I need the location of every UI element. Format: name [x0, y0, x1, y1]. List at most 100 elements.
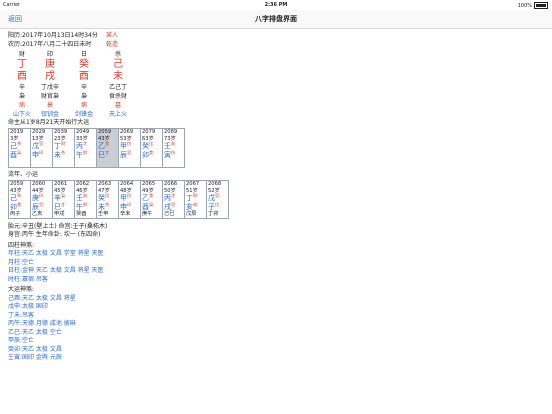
dayun-year: 2019	[10, 129, 24, 135]
dayun-cell[interactable]: 2019 3岁 己杀 酉枭	[8, 128, 31, 168]
pillar-shensha: 四柱神煞: 年柱:天乙 太极 文昌 学堂 将星 天医 月柱:空亡 日柱:金神 天…	[8, 242, 548, 285]
dayun-branch: 巳	[98, 150, 105, 159]
dayun-year: 2069	[120, 129, 134, 135]
pillar-god: 财	[18, 51, 25, 58]
battery-percent: 100%	[517, 3, 532, 9]
liunian-branch: 巳	[54, 202, 61, 211]
liunian-year: 2065	[142, 181, 156, 187]
liunian-branch: 亥	[186, 202, 193, 211]
dayun-cell[interactable]: 2029 13岁 戊官 申印	[30, 128, 53, 168]
dayun-branch: 寅	[164, 150, 171, 159]
liunian-branch: 戌	[164, 202, 171, 211]
dayun-branch: 未	[54, 150, 61, 159]
liunian-branch-god: 才	[61, 201, 66, 207]
liunian-cell[interactable]: 2063 47岁 癸比 未杀 壬申	[96, 180, 119, 219]
battery-icon	[534, 2, 548, 9]
pillar-god: 印	[46, 51, 53, 58]
four-pillars: 财丁酉辛枭病山下火印庚戌丁戊辛 财官枭衰钗钏金日癸酉辛枭病剑锋金杀己未乙己丁 食杀财…	[8, 50, 548, 118]
battery-indicator: 100%	[518, 2, 548, 9]
pillar-state: 病	[18, 102, 25, 109]
dayun-table: 2019 3岁 己杀 酉枭 2029 13岁 戊官 申印 2039 23岁 丁财 未杀 2049 33岁丙…	[8, 128, 185, 168]
pillar-hidden-gods: 财官枭	[40, 93, 59, 100]
dayun-cell[interactable]: 2089 73岁 壬劫 寅伤	[162, 128, 185, 168]
liunian-stem-god: 财	[193, 193, 198, 199]
liunian-cell[interactable]: 2066 50岁 丙才 戌官 己巳	[162, 180, 185, 219]
liunian-branch-god: 官	[171, 201, 176, 207]
dayun-branch-god: 印	[39, 149, 44, 155]
pillar-state: 墓	[114, 102, 121, 109]
liunian-cell[interactable]: 2059 43岁 己杀 卯食 丙子	[8, 180, 31, 219]
liunian-stem-god: 劫	[83, 193, 88, 199]
liunian-cell[interactable]: 2067 51岁 丁财 亥劫 戊辰	[184, 180, 207, 219]
liunian-stem-god: 官	[215, 193, 220, 199]
dayun-stem-god: 食	[105, 141, 110, 147]
liunian-stem: 庚	[32, 194, 39, 203]
shengong-line: 身宫:丙午 生年命卦: 坎一 (东四命)	[8, 231, 101, 239]
liunian-xiaoyun: 庚午	[142, 211, 153, 218]
liunian-branch-god: 财	[83, 201, 88, 207]
dayun-cell[interactable]: 2069 53岁 甲伤 辰官	[118, 128, 141, 168]
shensha-line: 时柱:寡宿 吊客	[8, 275, 48, 283]
dayun-branch-god: 财	[83, 149, 88, 155]
dayun-shensha-line: 乙巳:天乙 太极 空亡	[8, 328, 62, 336]
dayun-cell[interactable]: 2079 63岁 癸比 卯食	[140, 128, 163, 168]
dayun-year: 2029	[32, 129, 46, 135]
dayun-shensha-line: 丙午:天德 月德 咸池 披麻	[8, 320, 76, 328]
dayun-cell[interactable]: 2059 43岁 乙食 巳才	[96, 128, 119, 168]
pillar-hidden-gods: 枭	[80, 93, 87, 100]
pillar-nayin: 天上火	[108, 111, 127, 118]
liunian-year: 2066	[164, 181, 178, 187]
liunian-stem: 壬	[76, 194, 83, 203]
pillar-stem: 己	[113, 59, 123, 70]
liunian-cell[interactable]: 2065 49岁 乙食 酉枭 庚午	[140, 180, 163, 219]
liunian-cell[interactable]: 2060 44岁 庚印 辰官 乙亥	[30, 180, 53, 219]
pillar-god: 杀	[114, 51, 121, 58]
dayun-stem-god: 伤	[127, 141, 132, 147]
dayun-stem-god: 杀	[17, 141, 22, 147]
dayun-shensha-line: 丁未:吊客	[8, 311, 35, 319]
dayun-shensha-line: 己酉:天乙 太极 文昌 将星	[8, 294, 76, 302]
person-name: 某人	[106, 32, 119, 39]
dayun-year: 2079	[142, 129, 156, 135]
pillar-column: 财丁酉辛枭病山下火	[8, 50, 36, 119]
pillar-branch: 未	[113, 71, 123, 82]
dayun-stem-god: 财	[61, 141, 66, 147]
liunian-branch: 午	[76, 202, 83, 211]
dayun-branch: 申	[32, 150, 39, 159]
clock: 2:36 PM	[264, 2, 288, 8]
status-bar: Carrier 2:36 PM 100%	[0, 0, 552, 10]
liunian-cell[interactable]: 2068 52岁 戊官 子比 丁卯	[206, 180, 229, 219]
dayun-branch: 午	[76, 150, 83, 159]
dayun-year: 2059	[98, 129, 112, 135]
dayun-year: 2049	[76, 129, 90, 135]
liunian-branch-god: 劫	[193, 201, 198, 207]
liunian-cell[interactable]: 2062 46岁 壬劫 午财 癸酉	[74, 180, 97, 219]
dayun-title: 命主从1岁8月21天开始行大运	[8, 119, 548, 128]
dayun-cell[interactable]: 2039 23岁 丁财 未杀	[52, 128, 75, 168]
pillar-god: 日	[80, 51, 87, 58]
dayun-cell[interactable]: 2049 33岁 丙才 午财	[74, 128, 97, 168]
lunar-row: 农历:2017年八月二十四日未时 乾造	[8, 41, 548, 50]
dayun-shensha-line: 甲辰:空亡	[8, 337, 35, 345]
liunian-stem: 癸	[98, 194, 105, 203]
pillar-hidden-stems: 辛	[80, 84, 87, 91]
liunian-title: 流年、小运	[8, 171, 548, 180]
liunian-stem-god: 伤	[127, 193, 132, 199]
pillar-column: 印庚戌丁戊辛 财官枭衰钗钏金	[36, 50, 64, 119]
liunian-year: 2067	[186, 181, 200, 187]
dayun-stem: 甲	[120, 142, 127, 151]
dayun-shensha-line: 癸卯:天乙 太极 文昌	[8, 345, 62, 353]
page-title: 八字排盘界面	[255, 15, 297, 23]
liunian-year: 2062	[76, 181, 90, 187]
dayun-stem-god: 劫	[171, 141, 176, 147]
pillar-hidden-gods: 枭	[18, 93, 25, 100]
liunian-table: 2059 43岁 己杀 卯食 丙子 2060 44岁 庚印 辰官 乙亥 2061 45岁 辛枭 巳才 甲戌 2…	[8, 180, 229, 219]
liunian-cell[interactable]: 2061 45岁 辛枭 巳才 甲戌	[52, 180, 75, 219]
liunian-cell[interactable]: 2064 48岁 甲伤 申印 辛未	[118, 180, 141, 219]
liunian-year: 2060	[32, 181, 46, 187]
liunian-stem-god: 枭	[61, 193, 66, 199]
liunian-branch: 申	[120, 202, 127, 211]
liunian-stem: 乙	[142, 194, 149, 203]
pillar-hidden-stems: 丁戊辛	[40, 84, 59, 91]
liunian-branch-god: 食	[17, 201, 22, 207]
